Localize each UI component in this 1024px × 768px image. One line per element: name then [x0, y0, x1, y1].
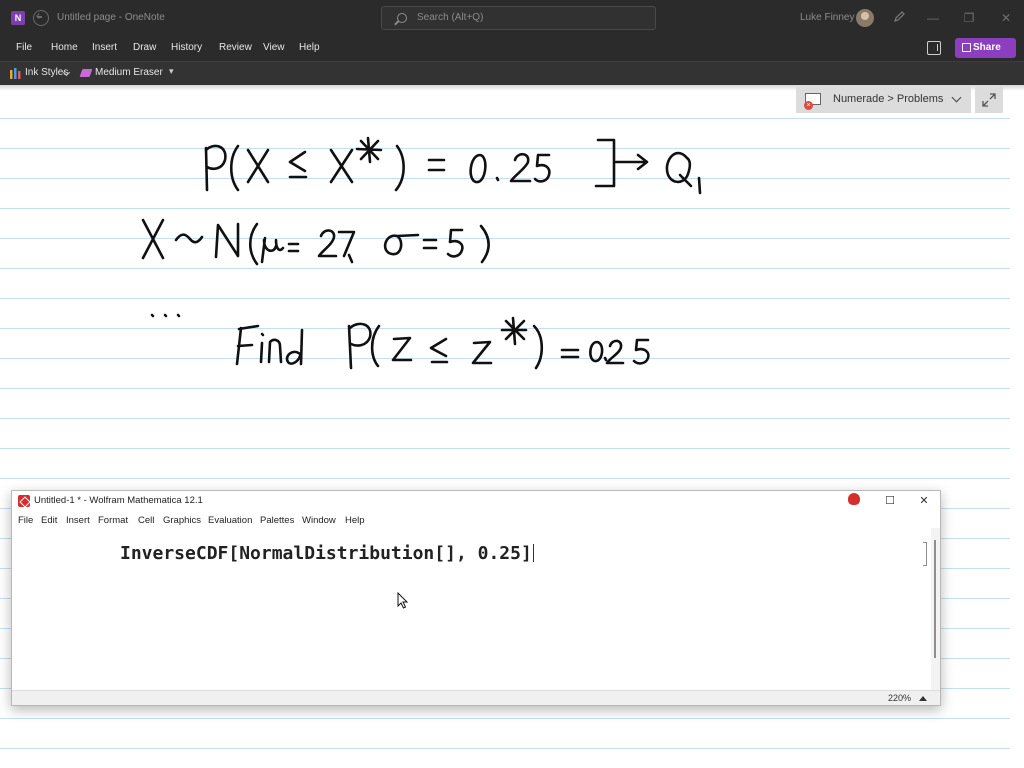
input-expression[interactable]: InverseCDF[NormalDistribution[], 0.25] [120, 543, 532, 564]
menu-edit[interactable]: Edit [41, 515, 57, 526]
text-cursor [532, 544, 534, 562]
menu-window[interactable]: Window [302, 515, 336, 526]
mathematica-maximize-button[interactable]: ☐ [880, 493, 900, 509]
mouse-pointer-icon [397, 592, 409, 609]
ink-line-2 [141, 218, 490, 266]
zoom-level[interactable]: 220% [888, 693, 911, 703]
zoom-menu-icon[interactable] [919, 696, 927, 701]
mathematica-titlebar[interactable]: Untitled-1 * - Wolfram Mathematica 12.1 … [12, 491, 940, 511]
menu-help[interactable]: Help [345, 515, 365, 526]
mathematica-statusbar: 220% [12, 690, 940, 705]
menu-cell[interactable]: Cell [138, 515, 154, 526]
menu-file[interactable]: File [18, 515, 33, 526]
mathematica-menubar: File Edit Insert Format Cell Graphics Ev… [12, 511, 940, 528]
input-cell[interactable]: InverseCDF[NormalDistribution[], 0.25] [120, 543, 534, 564]
vertical-scrollbar[interactable] [931, 528, 940, 690]
mathematica-window[interactable]: Untitled-1 * - Wolfram Mathematica 12.1 … [11, 490, 941, 706]
mathematica-window-title: Untitled-1 * - Wolfram Mathematica 12.1 [34, 495, 203, 506]
message-alert-icon[interactable] [848, 493, 860, 505]
ink-line-1 [204, 136, 702, 195]
menu-palettes[interactable]: Palettes [260, 515, 294, 526]
ink-dots [150, 313, 181, 318]
menu-insert[interactable]: Insert [66, 515, 90, 526]
cell-bracket[interactable] [923, 542, 927, 566]
mathematica-close-button[interactable]: ✕ [914, 493, 934, 509]
ink-line-4 [235, 316, 650, 370]
menu-evaluation[interactable]: Evaluation [208, 515, 252, 526]
menu-format[interactable]: Format [98, 515, 128, 526]
mathematica-logo-icon [18, 495, 30, 507]
mathematica-notebook[interactable]: InverseCDF[NormalDistribution[], 0.25] [12, 528, 931, 690]
menu-graphics[interactable]: Graphics [163, 515, 201, 526]
scrollbar-thumb[interactable] [934, 540, 936, 658]
